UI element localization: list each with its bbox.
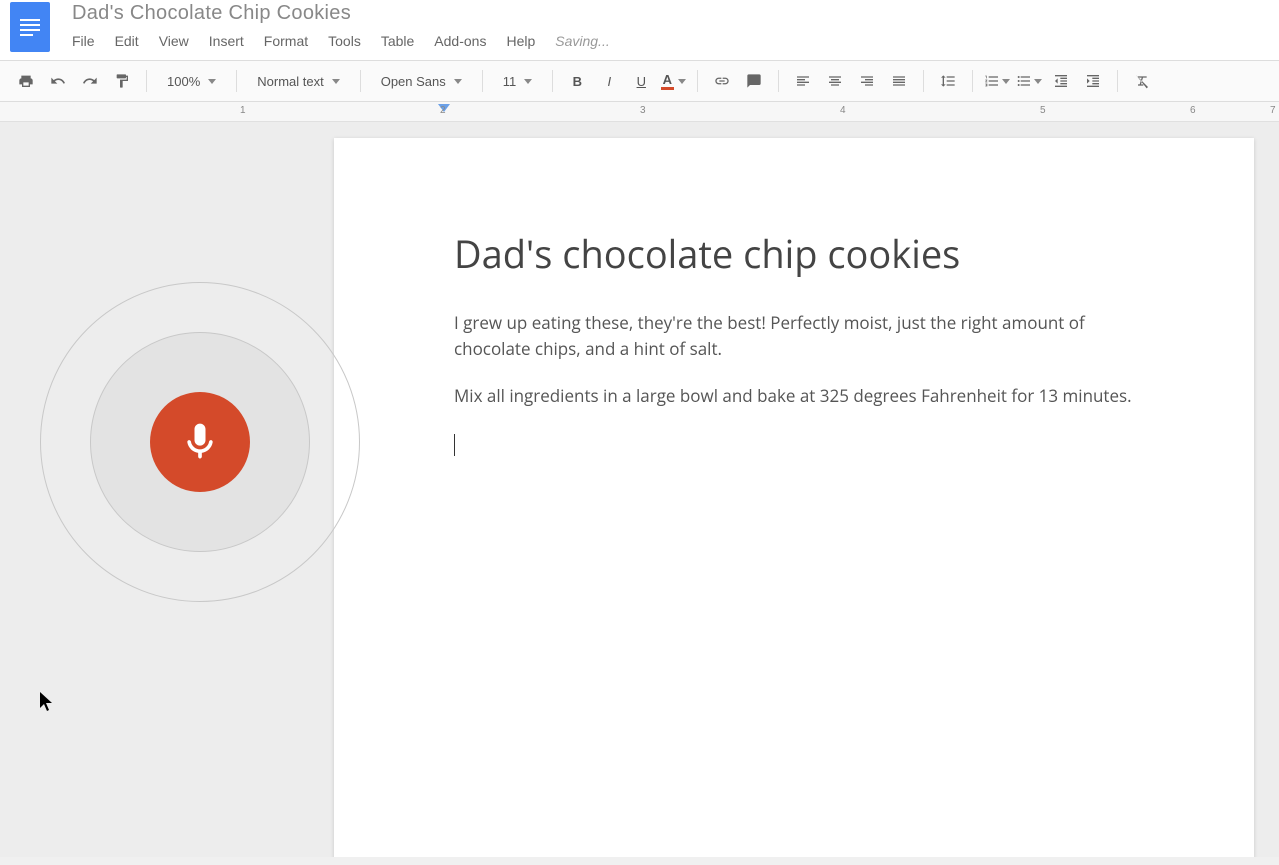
chevron-down-icon [524,79,532,84]
paint-format-button[interactable] [108,67,136,95]
numbered-list-icon [984,73,1000,89]
menu-bar: File Edit View Insert Format Tools Table… [60,29,1279,57]
indent-decrease-icon [1053,73,1069,89]
line-spacing-button[interactable] [934,67,962,95]
indent-increase-button[interactable] [1079,67,1107,95]
undo-icon [50,73,66,89]
text-cursor-line[interactable] [454,431,1164,457]
numbered-list-button[interactable] [983,67,1011,95]
font-size-value: 11 [503,74,517,89]
logo-column [0,0,60,60]
save-status: Saving... [555,33,609,49]
editor-workspace: Dad's chocolate chip cookies I grew up e… [0,122,1279,857]
font-family-value: Open Sans [381,74,446,89]
insert-comment-button[interactable] [740,67,768,95]
underline-button[interactable]: U [627,67,655,95]
document-paragraph[interactable]: I grew up eating these, they're the best… [454,310,1164,361]
align-right-icon [859,73,875,89]
font-family-dropdown[interactable]: Open Sans [371,70,472,93]
ruler-mark: 6 [1190,105,1196,116]
menu-tools[interactable]: Tools [328,33,361,49]
redo-icon [82,73,98,89]
indent-increase-icon [1085,73,1101,89]
menu-insert[interactable]: Insert [209,33,244,49]
ruler-mark: 7 [1270,105,1276,116]
align-center-button[interactable] [821,67,849,95]
zoom-value: 100% [167,74,200,89]
menu-view[interactable]: View [159,33,189,49]
menu-edit[interactable]: Edit [115,33,139,49]
chevron-down-icon [1002,79,1010,84]
document-page[interactable]: Dad's chocolate chip cookies I grew up e… [334,138,1254,857]
align-left-icon [795,73,811,89]
paint-format-icon [114,73,130,89]
menu-help[interactable]: Help [506,33,535,49]
voice-typing-button[interactable] [150,392,250,492]
align-right-button[interactable] [853,67,881,95]
comment-icon [746,73,762,89]
ruler-mark: 1 [240,105,246,116]
mouse-cursor-icon [40,692,56,712]
font-size-dropdown[interactable]: 11 [493,70,543,93]
redo-button[interactable] [76,67,104,95]
align-center-icon [827,73,843,89]
ruler-mark: 5 [1040,105,1046,116]
header-main: Dad's Chocolate Chip Cookies File Edit V… [60,0,1279,57]
indent-decrease-button[interactable] [1047,67,1075,95]
ruler-mark: 2 [440,105,446,116]
align-justify-button[interactable] [885,67,913,95]
insert-link-button[interactable] [708,67,736,95]
horizontal-ruler[interactable]: 1 2 3 4 5 6 7 [0,102,1279,122]
text-cursor-icon [454,434,455,456]
ruler-mark: 3 [640,105,646,116]
microphone-icon [178,420,222,464]
menu-format[interactable]: Format [264,33,308,49]
italic-icon: I [607,74,611,89]
clear-formatting-icon [1134,73,1150,89]
menu-table[interactable]: Table [381,33,414,49]
document-heading[interactable]: Dad's chocolate chip cookies [454,228,1164,280]
menu-addons[interactable]: Add-ons [434,33,486,49]
document-paragraph[interactable]: Mix all ingredients in a large bowl and … [454,383,1164,409]
chevron-down-icon [208,79,216,84]
clear-formatting-button[interactable] [1128,67,1156,95]
align-left-button[interactable] [789,67,817,95]
undo-button[interactable] [44,67,72,95]
italic-button[interactable]: I [595,67,623,95]
chevron-down-icon [1034,79,1042,84]
bold-button[interactable]: B [563,67,591,95]
print-icon [18,73,34,89]
link-icon [714,73,730,89]
chevron-down-icon [332,79,340,84]
menu-file[interactable]: File [72,33,95,49]
bold-icon: B [573,74,582,89]
align-justify-icon [891,73,907,89]
ruler-mark: 4 [840,105,846,116]
chevron-down-icon [678,79,686,84]
bulleted-list-button[interactable] [1015,67,1043,95]
paragraph-style-value: Normal text [257,74,323,89]
print-button[interactable] [12,67,40,95]
line-spacing-icon [940,73,956,89]
voice-typing-widget [40,282,360,602]
toolbar: 100% Normal text Open Sans 11 B I U A [0,61,1279,102]
paragraph-style-dropdown[interactable]: Normal text [247,70,349,93]
document-title[interactable]: Dad's Chocolate Chip Cookies [60,0,1279,29]
docs-logo-icon[interactable] [10,2,50,52]
text-color-button[interactable]: A [659,67,687,95]
app-header: Dad's Chocolate Chip Cookies File Edit V… [0,0,1279,61]
underline-icon: U [637,74,646,89]
zoom-dropdown[interactable]: 100% [157,70,226,93]
chevron-down-icon [454,79,462,84]
bulleted-list-icon [1016,73,1032,89]
text-color-icon: A [661,72,674,90]
